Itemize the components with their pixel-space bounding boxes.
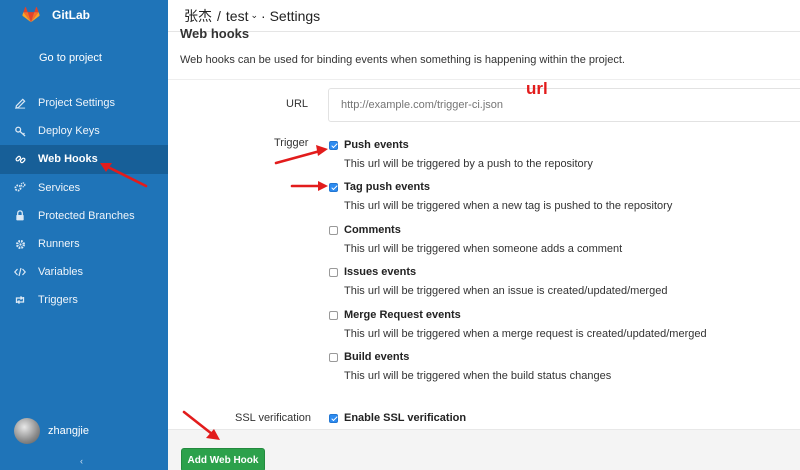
annotation-url-label: url: [526, 79, 548, 98]
trigger-option-tag-push: Tag push events This url will be trigger…: [329, 181, 672, 212]
breadcrumb-project[interactable]: test: [226, 8, 249, 24]
build-events-checkbox[interactable]: [329, 352, 338, 362]
sidebar: GitLab Go to project Project Settings De…: [0, 0, 168, 470]
ssl-verification-label: SSL verification: [235, 412, 312, 424]
merge-request-events-checkbox[interactable]: [329, 310, 338, 320]
trigger-option-comments: Comments This url will be triggered when…: [329, 224, 622, 255]
url-input[interactable]: [328, 88, 800, 122]
option-description: This url will be triggered when the buil…: [344, 370, 612, 382]
main-content: Web hooks Web hooks can be used for bind…: [168, 26, 800, 470]
sidebar-item-project-settings[interactable]: Project Settings: [0, 89, 168, 117]
gitlab-logo-icon: [22, 7, 40, 23]
option-description: This url will be triggered when someone …: [344, 243, 623, 255]
option-name: Build events: [344, 351, 410, 363]
chevron-down-icon[interactable]: ⌄: [250, 10, 258, 21]
header: 张杰 / test ⌄ · Settings: [168, 0, 800, 32]
trigger-option-issues: Issues events This url will be triggered…: [329, 266, 667, 297]
tag-push-events-checkbox[interactable]: [329, 182, 338, 192]
sidebar-item-label: Runners: [38, 238, 80, 251]
url-label: URL: [286, 98, 309, 110]
option-description: This url will be triggered when an issue…: [344, 285, 668, 297]
sidebar-item-deploy-keys[interactable]: Deploy Keys: [0, 117, 168, 145]
user-name: zhangjie: [48, 425, 89, 437]
enable-ssl-checkbox[interactable]: [329, 413, 338, 423]
sidebar-item-label: Services: [38, 181, 81, 194]
cogs-icon: [14, 182, 26, 194]
sidebar-item-label: Deploy Keys: [38, 125, 100, 138]
form-actions: Add Web Hook: [168, 429, 800, 470]
collapse-sidebar-icon[interactable]: ‹: [80, 456, 83, 466]
option-name: Issues events: [344, 266, 417, 278]
push-events-checkbox[interactable]: [329, 140, 338, 150]
ssl-option: Enable SSL verification: [329, 412, 466, 424]
sidebar-item-runners[interactable]: Runners: [0, 230, 168, 258]
brand[interactable]: GitLab: [0, 0, 168, 30]
section-title: Web hooks: [180, 26, 250, 41]
sidebar-item-protected-branches[interactable]: Protected Branches: [0, 202, 168, 230]
sidebar-nav: Project Settings Deploy Keys Web Hooks S…: [0, 89, 168, 315]
annotation-arrow-push-events: [274, 145, 328, 165]
intro-text: Web hooks can be used for binding events…: [180, 54, 625, 66]
add-web-hook-button[interactable]: Add Web Hook: [181, 448, 265, 470]
go-to-project-link[interactable]: Go to project: [39, 52, 102, 64]
breadcrumb-owner[interactable]: 张杰: [184, 6, 212, 26]
sidebar-item-label: Triggers: [38, 294, 78, 307]
lock-icon: [14, 210, 26, 222]
option-description: This url will be triggered when a new ta…: [344, 200, 673, 212]
option-name: Push events: [344, 139, 409, 151]
key-icon: [14, 125, 26, 137]
option-description: This url will be triggered by a push to …: [344, 158, 593, 170]
brand-name: GitLab: [52, 8, 90, 22]
sidebar-item-variables[interactable]: Variables: [0, 258, 168, 286]
edit-icon: [14, 97, 26, 109]
page-title: · Settings: [261, 7, 321, 24]
annotation-arrow-tag-push: [290, 181, 328, 191]
code-icon: [14, 266, 26, 278]
sidebar-item-label: Protected Branches: [38, 209, 135, 222]
gear-icon: [14, 238, 26, 250]
retweet-icon: [14, 294, 26, 306]
sidebar-item-label: Project Settings: [38, 97, 116, 110]
comments-checkbox[interactable]: [329, 225, 338, 235]
trigger-option-build: Build events This url will be triggered …: [329, 351, 611, 382]
breadcrumb-separator: /: [217, 7, 221, 24]
sidebar-item-label: Variables: [38, 266, 84, 279]
sidebar-item-triggers[interactable]: Triggers: [0, 286, 168, 314]
option-name: Tag push events: [344, 181, 430, 193]
issues-events-checkbox[interactable]: [329, 267, 338, 277]
sidebar-item-label: Web Hooks: [38, 153, 98, 166]
option-name: Comments: [344, 224, 401, 236]
avatar[interactable]: [14, 418, 40, 444]
user-profile[interactable]: zhangjie: [14, 418, 89, 444]
divider: [168, 79, 800, 80]
annotation-arrow-web-hooks: [100, 163, 148, 188]
option-description: This url will be triggered when a merge …: [344, 328, 707, 340]
trigger-option-push: Push events This url will be triggered b…: [329, 139, 593, 170]
option-name: Enable SSL verification: [344, 412, 467, 424]
annotation-arrow-add-button: [182, 410, 220, 440]
link-icon: [14, 153, 26, 165]
option-name: Merge Request events: [344, 309, 461, 321]
trigger-option-merge-request: Merge Request events This url will be tr…: [329, 309, 707, 340]
